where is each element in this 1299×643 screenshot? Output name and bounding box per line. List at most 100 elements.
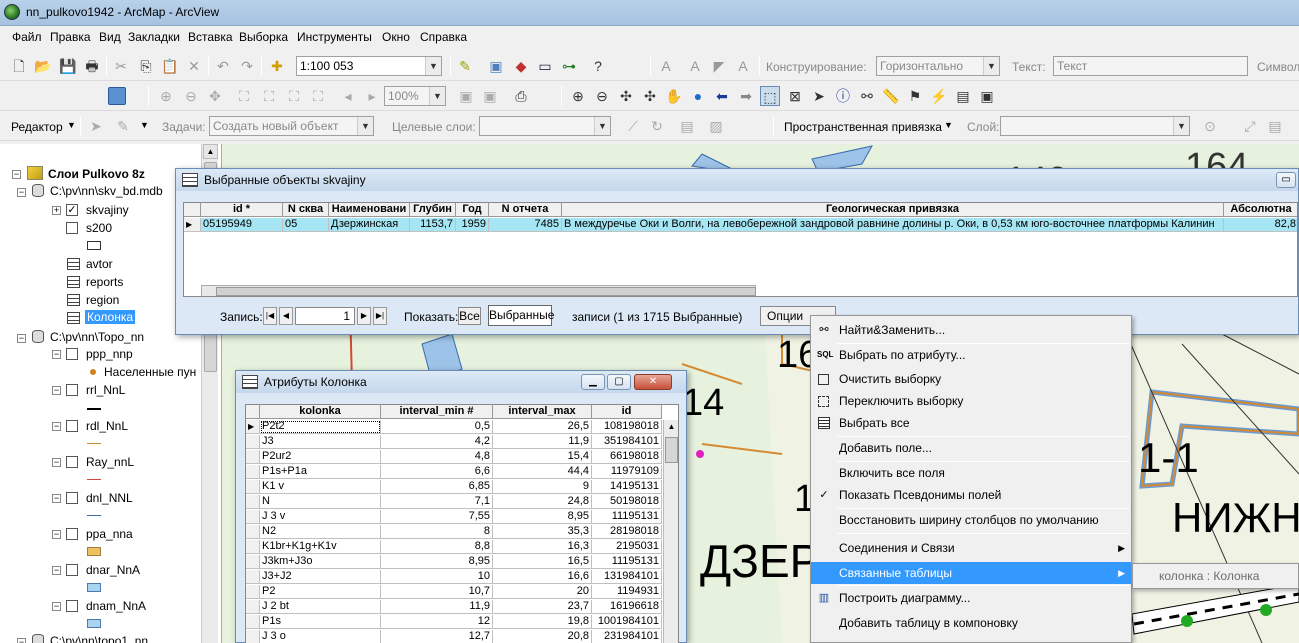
- create-viewer-icon[interactable]: ▣: [977, 86, 997, 106]
- attr-cell[interactable]: 7,55: [381, 510, 493, 524]
- row-selector[interactable]: [246, 630, 260, 643]
- arctoolbox-icon[interactable]: ▣: [486, 56, 506, 76]
- layout-100-icon[interactable]: ⛶: [308, 86, 328, 106]
- split-tool-icon[interactable]: ⟋: [623, 116, 643, 136]
- menu-related-tables[interactable]: Связанные таблицы ▶: [811, 562, 1131, 584]
- row-selector[interactable]: [246, 510, 260, 524]
- zoom-out-icon[interactable]: ⊖: [592, 86, 612, 106]
- attr-cell[interactable]: 11979109: [592, 465, 662, 479]
- layer-checkbox[interactable]: [66, 528, 78, 540]
- tasks-combo[interactable]: Создать новый объект ▼: [209, 116, 374, 136]
- attr-cell[interactable]: N2: [260, 525, 381, 539]
- snapping-menu[interactable]: Пространственная привязка: [784, 120, 942, 134]
- chevron-down-icon[interactable]: ▼: [944, 120, 953, 130]
- editor-toolbar-icon[interactable]: ✎: [455, 56, 475, 76]
- minimize-icon[interactable]: ▁: [581, 374, 605, 390]
- menu-edit[interactable]: Правка: [50, 30, 91, 44]
- toc-layer-ppp[interactable]: ppp_nnp: [86, 347, 133, 361]
- col-report[interactable]: N отчета: [489, 203, 562, 217]
- maximize-icon[interactable]: ▢: [607, 374, 631, 390]
- layout-fixed-zoom-out-icon[interactable]: ⛶: [284, 86, 304, 106]
- scroll-up-icon[interactable]: ▲: [664, 420, 678, 434]
- toc-layer-rdl[interactable]: rdl_NnL: [86, 419, 128, 433]
- row-selector[interactable]: ▶: [246, 420, 260, 434]
- attr-cell[interactable]: 15,4: [493, 450, 592, 464]
- related-tables-submenu[interactable]: колонка : Колонка: [1132, 563, 1299, 589]
- sel-cell[interactable]: 05: [283, 218, 329, 232]
- toolbox-icon[interactable]: ◆: [511, 56, 531, 76]
- toc-layer-settlements[interactable]: Населенные пун: [104, 365, 196, 379]
- rotate-tool-icon[interactable]: ↻: [647, 116, 667, 136]
- col-interval-max[interactable]: interval_max: [493, 405, 592, 419]
- row-selector[interactable]: [246, 465, 260, 479]
- fixed-zoom-out-icon[interactable]: ✣: [640, 86, 660, 106]
- expand-icon[interactable]: +: [52, 206, 61, 215]
- attr-cell[interactable]: 8,8: [381, 540, 493, 554]
- col-id[interactable]: id: [592, 405, 662, 419]
- attr-cell[interactable]: 108198018: [592, 420, 662, 434]
- attr-cell[interactable]: 11195131: [592, 555, 662, 569]
- toc-item-s200[interactable]: s200: [86, 221, 112, 235]
- layer-checkbox[interactable]: [66, 384, 78, 396]
- attr-cell[interactable]: P2: [260, 585, 381, 599]
- label-icon[interactable]: A: [685, 56, 705, 76]
- model-builder-icon[interactable]: ⊶: [559, 56, 579, 76]
- layout-fixed-zoom-in-icon[interactable]: ⛶: [259, 86, 279, 106]
- menu-select-by-attribute[interactable]: SQL Выбрать по атрибуту...: [811, 344, 1131, 366]
- toc-db2[interactable]: C:\pv\nn\Topo_nn: [50, 330, 144, 344]
- attributes-icon[interactable]: ▤: [677, 116, 697, 136]
- attr-cell[interactable]: 131984101: [592, 570, 662, 584]
- chevron-down-icon[interactable]: ▼: [357, 117, 373, 135]
- vertex-icon[interactable]: ⤢: [1240, 116, 1260, 136]
- map-scale-combo[interactable]: 1:100 053 ▼: [296, 56, 442, 76]
- attr-cell[interactable]: N: [260, 495, 381, 509]
- layer-checkbox[interactable]: ✓: [66, 204, 78, 216]
- full-extent-globe-icon[interactable]: ●: [688, 86, 708, 106]
- attr-cell[interactable]: 12,7: [381, 630, 493, 643]
- toc-layer-ppa[interactable]: ppa_nna: [86, 527, 133, 541]
- attr-cell[interactable]: P1s: [260, 615, 381, 629]
- attr-cell[interactable]: 11,9: [493, 435, 592, 449]
- row-selector[interactable]: [246, 600, 260, 614]
- current-row-marker-icon[interactable]: ▶: [184, 218, 201, 232]
- attr-cell[interactable]: K1 v: [260, 480, 381, 494]
- attr-cell[interactable]: J3: [260, 435, 381, 449]
- attr-cell[interactable]: 11195131: [592, 510, 662, 524]
- attr-cell[interactable]: 24,8: [493, 495, 592, 509]
- attr-cell[interactable]: 16196618: [592, 600, 662, 614]
- vertical-scrollbar[interactable]: ▲: [663, 420, 678, 643]
- attr-cell[interactable]: 9: [493, 480, 592, 494]
- collapse-icon[interactable]: −: [52, 422, 61, 431]
- row-selector[interactable]: [246, 555, 260, 569]
- toc-item-avtor[interactable]: avtor: [86, 257, 113, 271]
- forward-arrow-icon[interactable]: ➡: [736, 86, 756, 106]
- attr-cell[interactable]: 44,4: [493, 465, 592, 479]
- row-selector[interactable]: [246, 480, 260, 494]
- submenu-item-kolonka[interactable]: колонка : Колонка: [1159, 569, 1259, 583]
- menu-turn-all-fields-on[interactable]: Включить все поля: [811, 462, 1131, 484]
- layer-checkbox[interactable]: [66, 420, 78, 432]
- pan-hand-icon[interactable]: ✋: [664, 86, 684, 106]
- menu-joins-relates[interactable]: Соединения и Связи ▶: [811, 537, 1131, 559]
- col-abs[interactable]: Абсолютна: [1224, 203, 1297, 217]
- menu-window[interactable]: Окно: [382, 30, 410, 44]
- collapse-icon[interactable]: −: [52, 386, 61, 395]
- close-icon[interactable]: ✕: [634, 374, 672, 390]
- toc-layer-ray[interactable]: Ray_nnL: [86, 455, 134, 469]
- sketch-tool-icon[interactable]: ✎: [113, 116, 133, 136]
- toc-db1[interactable]: C:\pv\nn\skv_bd.mdb: [50, 184, 163, 198]
- copy-icon[interactable]: ⎘: [136, 56, 156, 76]
- layer-combo[interactable]: ▼: [1000, 116, 1190, 136]
- back-arrow-icon[interactable]: ⬅: [712, 86, 732, 106]
- attr-cell[interactable]: 16,5: [493, 555, 592, 569]
- menu-show-field-aliases[interactable]: ✓ Показать Псевдонимы полей: [811, 484, 1131, 506]
- toc-root[interactable]: Слои Pulkovo 8z: [48, 167, 145, 181]
- sel-cell[interactable]: 7485: [489, 218, 562, 232]
- chevron-down-icon[interactable]: ▼: [67, 120, 76, 130]
- attr-cell[interactable]: 4,2: [381, 435, 493, 449]
- attr-cell[interactable]: 12: [381, 615, 493, 629]
- attr-cell[interactable]: J 2 bt: [260, 600, 381, 614]
- col-n-skv[interactable]: N сква: [283, 203, 329, 217]
- menu-insert[interactable]: Вставка: [188, 30, 233, 44]
- attr-cell[interactable]: 16,3: [493, 540, 592, 554]
